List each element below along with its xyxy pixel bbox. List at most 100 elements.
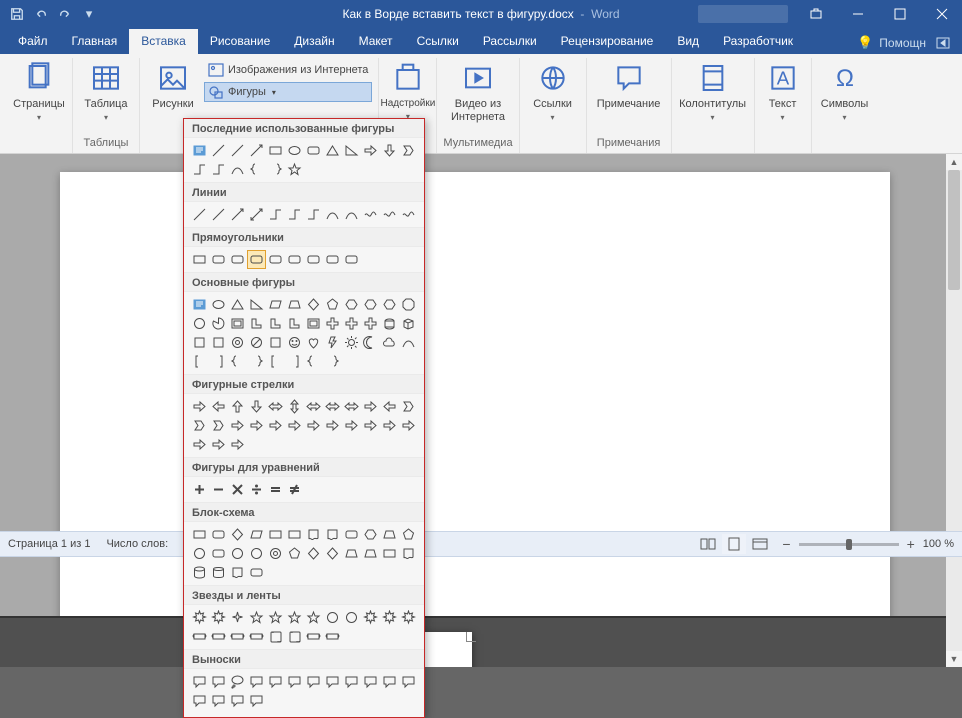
shape-chevR[interactable] [209,416,228,435]
shape-brace[interactable] [228,352,247,371]
shape-tri[interactable] [228,295,247,314]
shape-curve[interactable] [323,205,342,224]
shape-elbow[interactable] [190,160,209,179]
shape-burst[interactable] [190,608,209,627]
pictures-button[interactable]: Рисунки [146,58,200,111]
shape-star4[interactable] [228,608,247,627]
pages-button[interactable]: Страницы ▾ [12,58,66,122]
shape-arR[interactable] [361,416,380,435]
shape-chevR[interactable] [399,397,418,416]
shape-speech[interactable] [361,672,380,691]
shape-speech[interactable] [247,672,266,691]
shape-circ[interactable] [323,608,342,627]
shape-free[interactable] [361,205,380,224]
shape-curve[interactable] [342,205,361,224]
shape-darrow[interactable] [247,205,266,224]
shape-rect[interactable] [190,250,209,269]
shape-trap[interactable] [380,525,399,544]
shape-arL[interactable] [209,397,228,416]
zoom-in-button[interactable]: + [907,536,915,552]
shape-elbow[interactable] [266,205,285,224]
shape-speech[interactable] [190,691,209,710]
shape-l[interactable] [266,314,285,333]
shape-speech[interactable] [247,691,266,710]
shape-doc[interactable] [399,544,418,563]
shape-doc[interactable] [228,563,247,582]
shape-brace[interactable] [247,160,266,179]
shape-scroll[interactable] [266,627,285,646]
close-button[interactable] [922,0,962,28]
share-button[interactable] [932,32,954,54]
shape-arD[interactable] [247,397,266,416]
shape-heart[interactable] [304,333,323,352]
shape-think[interactable] [228,672,247,691]
zoom-slider[interactable] [799,543,899,546]
tab-design[interactable]: Дизайн [282,29,346,54]
shape-para[interactable] [266,295,285,314]
shape-brack[interactable] [190,352,209,371]
shape-burst[interactable] [209,608,228,627]
table-button[interactable]: Таблица ▾ [79,58,133,122]
shape-plus[interactable] [361,314,380,333]
shape-curve[interactable] [228,160,247,179]
shape-diam[interactable] [228,525,247,544]
redo-button[interactable] [54,3,76,25]
tab-references[interactable]: Ссылки [405,29,471,54]
shape-circ[interactable] [190,544,209,563]
shape-arR[interactable] [342,416,361,435]
shape-sq[interactable] [266,333,285,352]
shape-free[interactable] [380,205,399,224]
zoom-level[interactable]: 100 % [923,538,954,550]
shape-rect[interactable] [285,525,304,544]
shape-speech[interactable] [342,672,361,691]
shape-arrow[interactable] [228,205,247,224]
addins-button[interactable]: Надстройки ▾ [384,58,432,121]
shape-arR[interactable] [323,416,342,435]
print-layout-button[interactable] [722,534,746,554]
shape-diam[interactable] [304,544,323,563]
shape-eq_div[interactable] [247,480,266,499]
shape-trap[interactable] [285,295,304,314]
shape-ribbon[interactable] [190,627,209,646]
shape-eq_neq[interactable] [285,480,304,499]
shape-rtri[interactable] [247,295,266,314]
shape-elbow[interactable] [304,205,323,224]
shape-brace2[interactable] [323,352,342,371]
shape-rrect[interactable] [304,250,323,269]
shape-speech[interactable] [323,672,342,691]
shape-speech[interactable] [228,691,247,710]
save-button[interactable] [6,3,28,25]
shape-arD[interactable] [380,141,399,160]
shape-circ[interactable] [247,544,266,563]
shape-pie[interactable] [209,314,228,333]
zoom-out-button[interactable]: − [782,536,790,552]
scroll-thumb[interactable] [948,170,960,290]
shape-cyl[interactable] [190,563,209,582]
shape-arR[interactable] [266,416,285,435]
shape-ribbon[interactable] [304,627,323,646]
shape-frame[interactable] [304,314,323,333]
shape-rtri[interactable] [342,141,361,160]
shape-rrect[interactable] [209,544,228,563]
shape-arR[interactable] [285,416,304,435]
shape-arR[interactable] [190,397,209,416]
shape-rrect[interactable] [228,250,247,269]
comment-button[interactable]: Примечание [593,58,665,111]
shape-arLR[interactable] [342,397,361,416]
shape-l[interactable] [285,314,304,333]
shape-diam[interactable] [304,295,323,314]
shape-trap[interactable] [342,544,361,563]
shape-para[interactable] [247,525,266,544]
shape-rrect[interactable] [342,525,361,544]
shape-oct[interactable] [399,295,418,314]
shape-trap[interactable] [361,544,380,563]
shape-chevR[interactable] [190,416,209,435]
shape-star[interactable] [266,608,285,627]
shape-tri[interactable] [323,141,342,160]
text-button[interactable]: A Текст ▾ [761,58,805,122]
online-pictures-button[interactable]: Изображения из Интернета [204,60,372,80]
shape-l[interactable] [247,314,266,333]
undo-button[interactable] [30,3,52,25]
shape-ribbon[interactable] [323,627,342,646]
shape-burst[interactable] [361,608,380,627]
